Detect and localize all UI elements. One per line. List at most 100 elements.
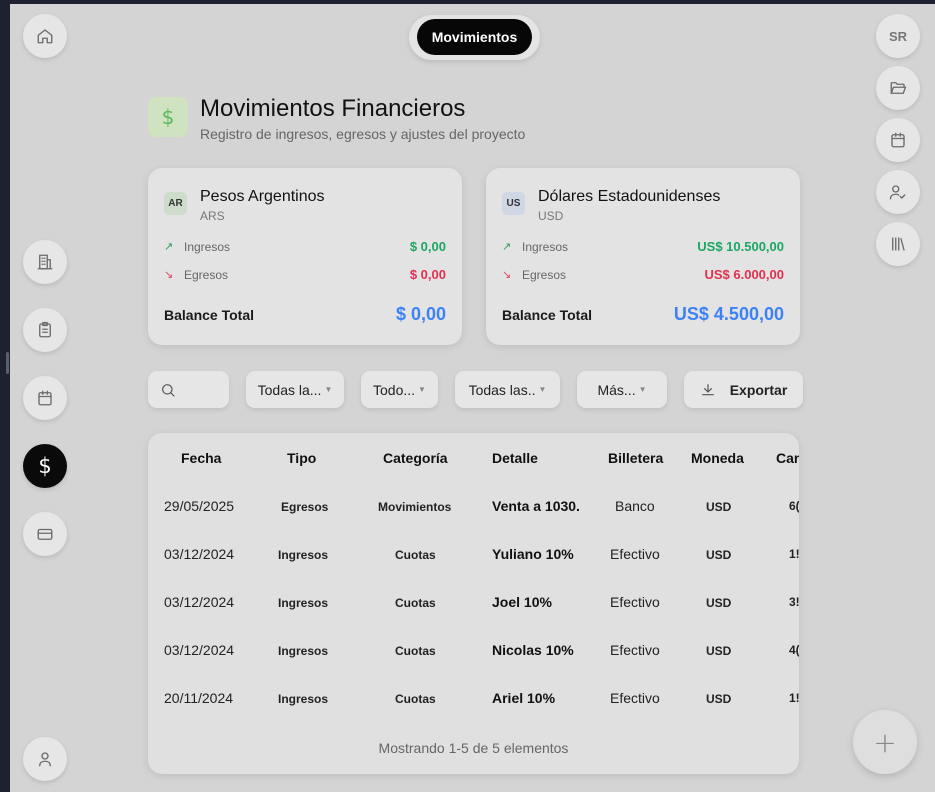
- cell-detalle: Ariel 10%: [492, 690, 556, 706]
- balance-total-value: US$ 4.500,00: [673, 304, 784, 324]
- schedule-button[interactable]: [876, 118, 920, 162]
- cell-cantidad: 4(: [789, 643, 799, 657]
- cell-billetera: Efectivo: [610, 642, 660, 658]
- chevron-down-icon: ▼: [418, 385, 426, 394]
- balance-total-label: Balance Total: [502, 307, 592, 323]
- currency-name: Pesos Argentinos: [200, 188, 325, 205]
- cell-billetera: Efectivo: [610, 546, 660, 562]
- currency-card-usd: US Dólares Estadounidenses USD ↗ Ingreso…: [486, 168, 800, 345]
- export-label: Exportar: [729, 381, 788, 398]
- library-button[interactable]: [876, 222, 920, 266]
- column-header-billetera[interactable]: Billetera: [608, 450, 663, 466]
- cell-fecha: 03/12/2024: [164, 546, 235, 562]
- cell-billetera: Banco: [615, 498, 655, 514]
- page-title: Movimientos Financieros: [200, 95, 466, 122]
- cell-billetera: Efectivo: [610, 594, 660, 610]
- home-button[interactable]: [23, 14, 67, 58]
- filter-select-2[interactable]: Todo... ▼: [361, 371, 438, 408]
- chevron-down-icon: ▼: [538, 385, 547, 394]
- filter-select-3-value: Todas las..: [468, 381, 536, 398]
- card-button[interactable]: [23, 512, 67, 556]
- cell-categoria: Cuotas: [395, 548, 436, 562]
- filter-select-2-value: Todo...: [373, 381, 416, 398]
- currency-code: ARS: [200, 209, 225, 223]
- column-header-cantidad[interactable]: Can: [776, 450, 799, 466]
- folder-button[interactable]: [876, 66, 920, 110]
- add-button[interactable]: +: [853, 710, 917, 774]
- balance-total-label: Balance Total: [164, 307, 254, 323]
- cell-cantidad: 6(: [789, 499, 799, 513]
- folder-open-icon: [890, 82, 907, 94]
- cell-moneda: USD: [706, 500, 732, 514]
- cell-detalle: Yuliano 10%: [492, 546, 574, 562]
- cell-detalle: Joel 10%: [492, 594, 552, 610]
- top-tab-bar: Movimientos: [409, 15, 540, 60]
- column-header-tipo[interactable]: Tipo: [287, 450, 316, 466]
- trending-down-icon: ↘: [164, 269, 174, 281]
- column-header-fecha[interactable]: Fecha: [181, 450, 221, 466]
- finances-button[interactable]: $: [23, 444, 67, 488]
- column-header-detalle[interactable]: Detalle: [492, 450, 538, 466]
- trending-up-icon: ↗: [502, 241, 512, 253]
- chevron-down-icon: ▼: [324, 385, 333, 394]
- download-icon: [701, 383, 714, 395]
- expense-label: Egresos: [522, 268, 567, 282]
- cell-categoria: Movimientos: [378, 500, 452, 514]
- cell-fecha: 20/11/2024: [164, 690, 234, 706]
- currency-badge: AR: [164, 192, 187, 215]
- column-header-categoria[interactable]: Categoría: [383, 450, 448, 466]
- cell-tipo: Ingresos: [278, 548, 329, 562]
- clipboard-button[interactable]: [23, 308, 67, 352]
- calendar-icon: [891, 132, 905, 148]
- expense-value: $ 0,00: [409, 267, 446, 282]
- calendar-button[interactable]: [23, 376, 67, 420]
- income-label: Ingresos: [184, 240, 231, 254]
- cell-detalle: Venta a 1030.: [492, 498, 580, 514]
- cell-detalle: Nicolas 10%: [492, 642, 574, 658]
- avatar-initials: SR: [888, 28, 908, 44]
- cell-tipo: Egresos: [281, 500, 329, 514]
- cell-moneda: USD: [706, 644, 732, 658]
- building-button[interactable]: [23, 240, 67, 284]
- cell-tipo: Ingresos: [278, 596, 329, 610]
- profile-button[interactable]: [23, 737, 67, 781]
- trending-down-icon: ↘: [502, 269, 512, 281]
- income-value: US$ 10.500,00: [697, 239, 784, 254]
- user-check-button[interactable]: [876, 170, 920, 214]
- trending-up-icon: ↗: [164, 241, 174, 253]
- cell-moneda: USD: [706, 692, 732, 706]
- column-header-moneda[interactable]: Moneda: [691, 450, 744, 466]
- building-icon: [37, 254, 53, 270]
- export-button[interactable]: Exportar: [684, 371, 803, 408]
- library-icon: [892, 237, 905, 251]
- movements-table: Fecha Tipo Categoría Detalle Billetera M…: [148, 433, 799, 774]
- filter-select-4[interactable]: Más... ▼: [577, 371, 667, 408]
- currency-card-ars: AR Pesos Argentinos ARS ↗ Ingresos $ 0,0…: [148, 168, 462, 345]
- cell-categoria: Cuotas: [395, 596, 436, 610]
- expense-value: US$ 6.000,00: [704, 267, 784, 282]
- cell-tipo: Ingresos: [278, 644, 329, 658]
- dollar-icon: $: [38, 454, 52, 478]
- tab-movimientos[interactable]: Movimientos: [417, 19, 532, 55]
- credit-card-icon: [37, 528, 53, 540]
- expense-label: Egresos: [184, 268, 229, 282]
- pagination-status: Mostrando 1-5 de 5 elementos: [378, 740, 569, 756]
- currency-name: Dólares Estadounidenses: [538, 188, 721, 205]
- cell-tipo: Ingresos: [278, 692, 329, 706]
- user-avatar-button[interactable]: SR: [876, 14, 920, 58]
- search-input[interactable]: [148, 371, 229, 408]
- clipboard-icon: [39, 321, 51, 338]
- page-subtitle: Registro de ingresos, egresos y ajustes …: [200, 126, 526, 142]
- cell-billetera: Efectivo: [610, 690, 660, 706]
- resize-handle[interactable]: [6, 352, 9, 374]
- cell-categoria: Cuotas: [395, 644, 436, 658]
- filter-select-1[interactable]: Todas la... ▼: [246, 371, 344, 408]
- window-top-border: [0, 0, 935, 4]
- currency-badge: US: [502, 192, 525, 215]
- user-icon: [39, 752, 51, 767]
- filter-select-3[interactable]: Todas las.. ▼: [455, 371, 560, 408]
- cell-cantidad: 1!: [789, 691, 799, 705]
- filter-select-1-value: Todas la...: [257, 381, 322, 398]
- window-left-border: [0, 0, 10, 792]
- cell-fecha: 03/12/2024: [164, 594, 235, 610]
